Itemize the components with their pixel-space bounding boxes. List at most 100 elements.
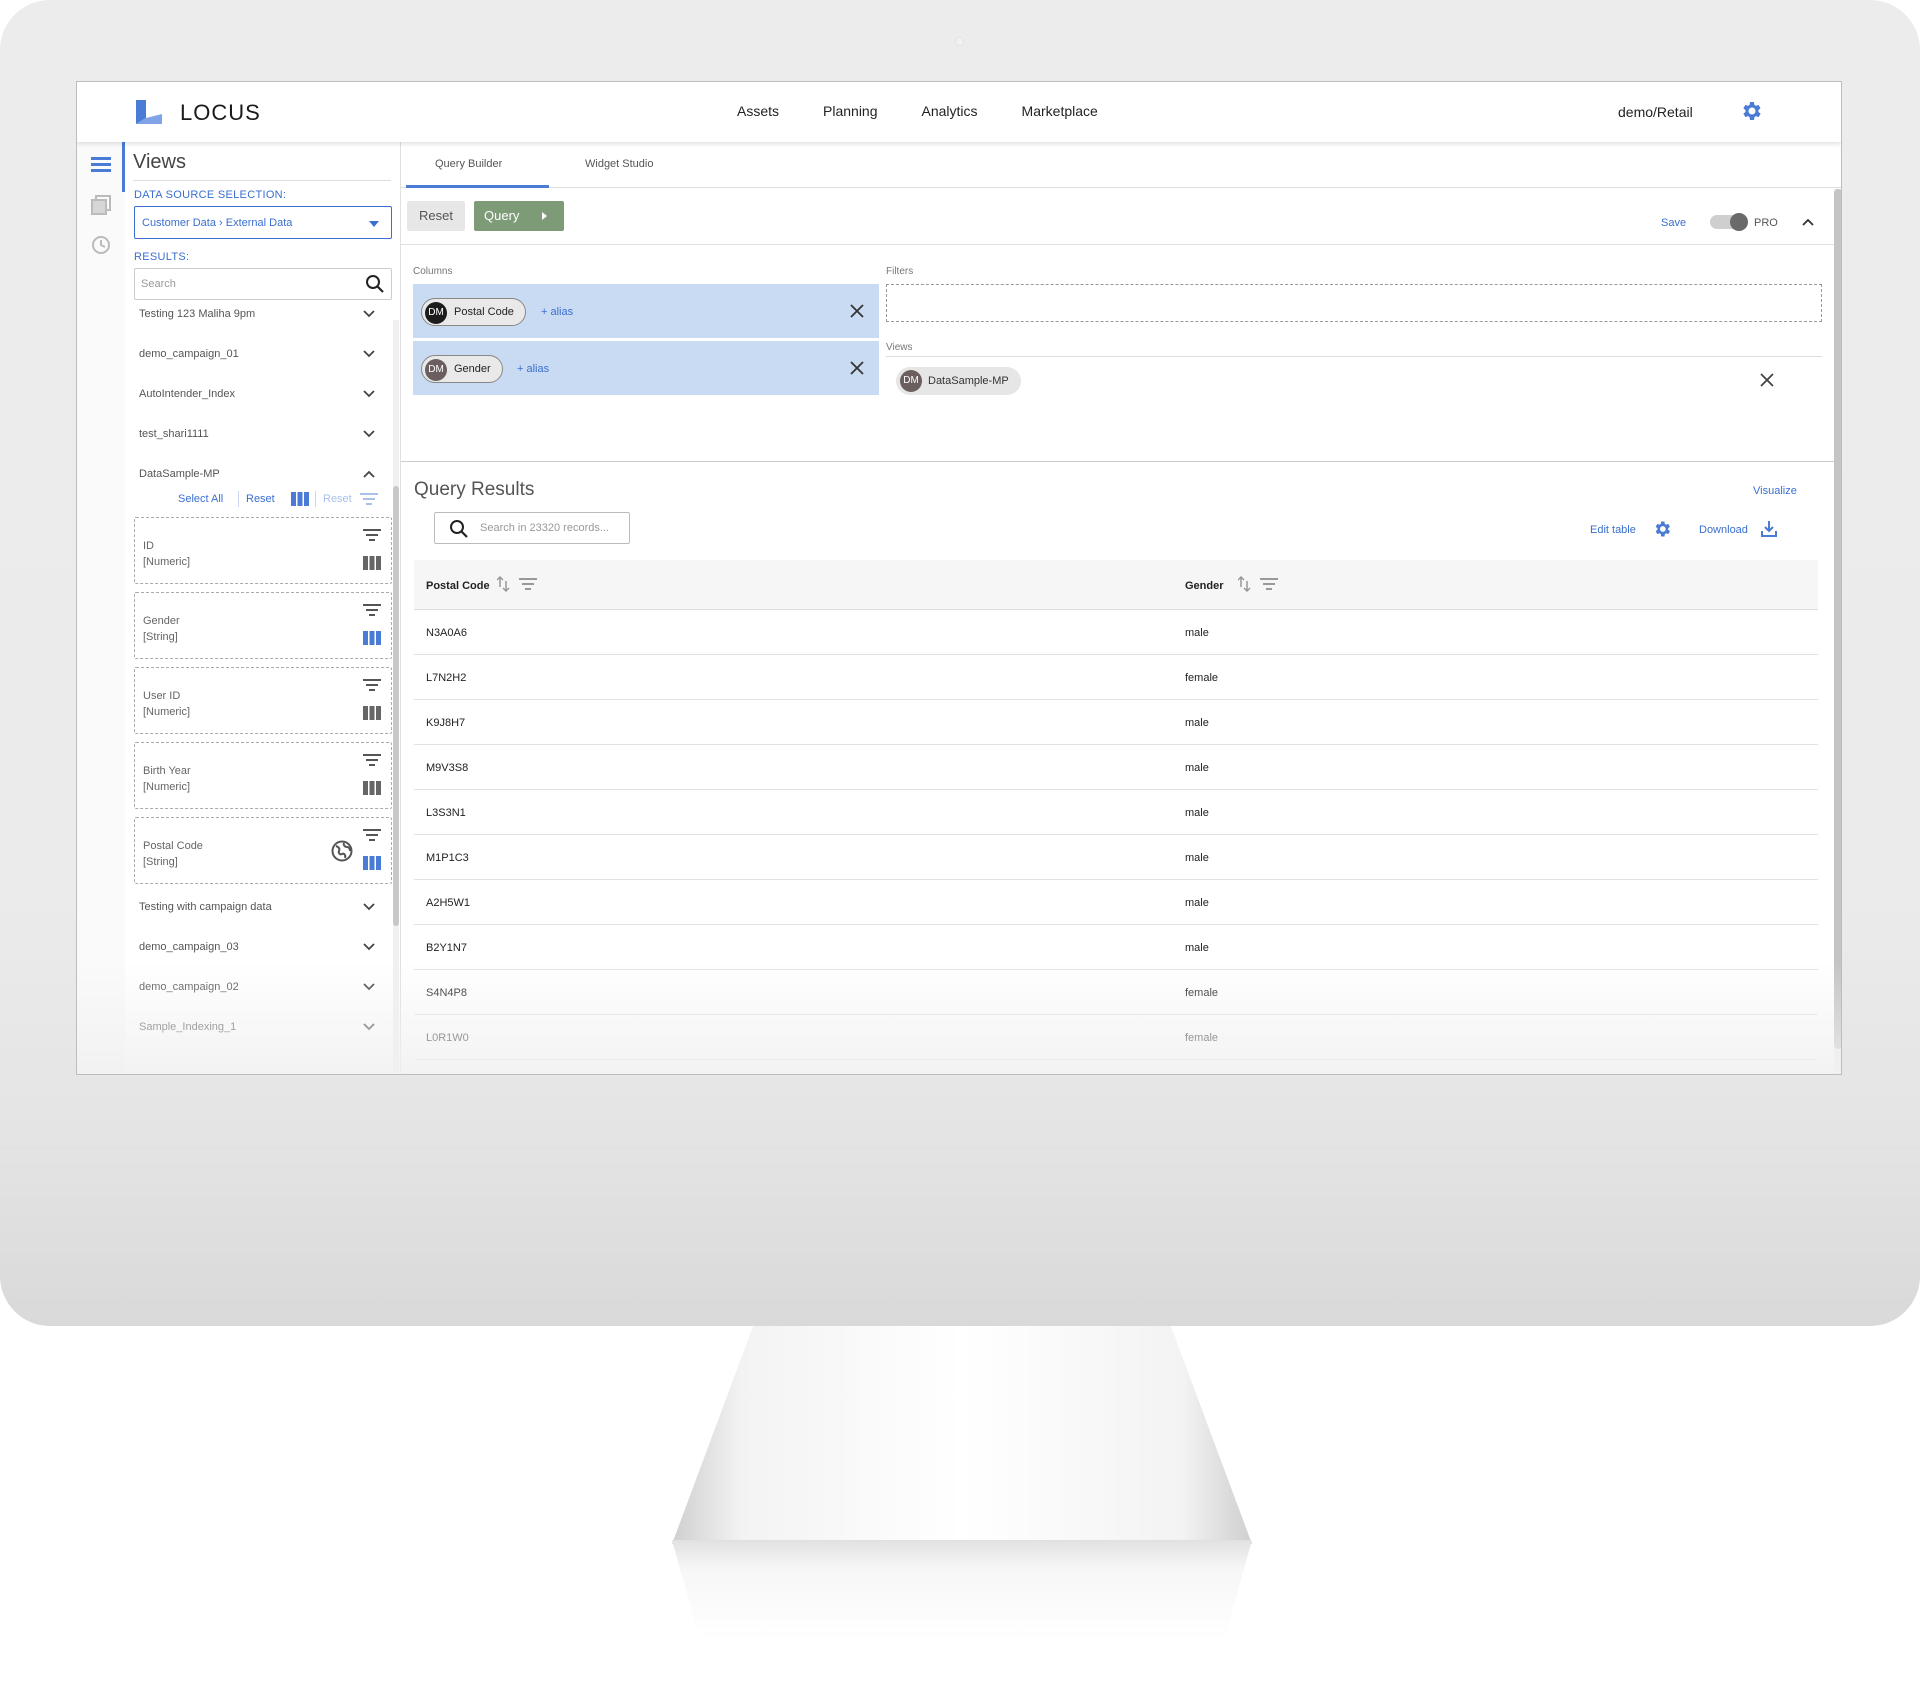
list-view-icon[interactable] (90, 154, 112, 176)
gear-icon[interactable] (1652, 519, 1672, 539)
remove-view-icon[interactable] (1759, 372, 1775, 388)
query-reset-button[interactable]: Reset (407, 201, 465, 231)
table-row[interactable]: L3S3N1 male (414, 790, 1818, 835)
download-link[interactable]: Download (1699, 524, 1748, 536)
chevron-down-icon[interactable] (361, 979, 377, 995)
settings-gear-icon[interactable] (1739, 99, 1763, 123)
table-row[interactable]: N3A0A6 male (414, 610, 1818, 655)
add-alias-link[interactable]: + alias (541, 306, 573, 318)
monitor-stand-neck (672, 1326, 1252, 1544)
field-card-gender[interactable]: Gender [String] (134, 592, 392, 659)
columns-icon[interactable] (363, 781, 381, 795)
table-row[interactable]: K9J8H7 male (414, 700, 1818, 745)
list-item[interactable]: demo_campaign_01 (139, 342, 377, 366)
history-icon[interactable] (90, 234, 112, 256)
views-search-placeholder: Search (141, 278, 176, 290)
chevron-down-icon[interactable] (361, 306, 377, 322)
run-query-label: Query (484, 208, 520, 223)
columns-icon[interactable] (291, 492, 309, 506)
field-card-text: ID [Numeric] (143, 538, 190, 570)
filter-icon[interactable] (363, 753, 381, 767)
tab-widget-studio[interactable]: Widget Studio (585, 158, 653, 170)
table-row[interactable]: L0R1W0 female (414, 1015, 1818, 1060)
remove-column-icon[interactable] (849, 303, 865, 319)
list-item[interactable]: demo_campaign_02 (139, 975, 377, 999)
visualize-link[interactable]: Visualize (1753, 485, 1797, 497)
column-header-gender[interactable]: Gender (1185, 580, 1224, 592)
select-all-button[interactable]: Select All (178, 493, 223, 505)
chevron-down-icon[interactable] (361, 386, 377, 402)
main-scrollbar-thumb[interactable] (1834, 189, 1841, 1049)
sort-filter-icons[interactable] (1238, 574, 1284, 594)
columns-selected-icon[interactable] (363, 856, 381, 870)
chevron-up-icon[interactable] (361, 466, 377, 482)
list-item-expanded[interactable]: DataSample-MP (139, 462, 377, 486)
sort-filter-icons[interactable] (497, 574, 543, 594)
list-item[interactable]: Sample_Indexing_1 (139, 1015, 377, 1039)
pro-toggle[interactable] (1710, 213, 1748, 231)
save-button[interactable]: Save (1661, 217, 1686, 229)
nav-assets[interactable]: Assets (737, 103, 779, 119)
globe-icon[interactable] (331, 840, 353, 862)
list-item[interactable]: Testing with campaign data (139, 895, 377, 919)
table-row[interactable]: L7N2H2 female (414, 655, 1818, 700)
results-search-input[interactable]: Search in 23320 records... (434, 512, 630, 544)
chevron-down-icon[interactable] (361, 939, 377, 955)
edit-table-link[interactable]: Edit table (1590, 524, 1636, 536)
table-row[interactable]: B2Y1N7 male (414, 925, 1818, 970)
tab-query-builder[interactable]: Query Builder (435, 158, 502, 170)
columns-selected-icon[interactable] (363, 631, 381, 645)
layers-icon[interactable] (90, 194, 112, 216)
chevron-up-icon[interactable] (1800, 214, 1816, 230)
nav-analytics[interactable]: Analytics (922, 103, 978, 119)
nav-planning[interactable]: Planning (823, 103, 878, 119)
field-card-id[interactable]: ID [Numeric] (134, 517, 392, 584)
nav-marketplace[interactable]: Marketplace (1022, 103, 1098, 119)
view-pill[interactable]: DM DataSample-MP (896, 367, 1021, 395)
postal-code-cell: S4N4P8 (426, 987, 467, 999)
postal-code-cell: B2Y1N7 (426, 942, 467, 954)
columns-icon[interactable] (363, 556, 381, 570)
account-label[interactable]: demo/Retail (1618, 104, 1693, 120)
column-pill[interactable]: DM Postal Code (421, 298, 526, 326)
chevron-down-icon[interactable] (361, 426, 377, 442)
column-header-postal-code[interactable]: Postal Code (426, 580, 490, 592)
filter-icon[interactable] (363, 678, 381, 692)
chevron-down-icon[interactable] (361, 1019, 377, 1035)
table-row[interactable]: A2H5W1 male (414, 880, 1818, 925)
field-toolbar: Select All Reset Reset (178, 491, 388, 509)
filter-icon[interactable] (360, 492, 378, 506)
chevron-down-icon[interactable] (361, 346, 377, 362)
columns-icon[interactable] (363, 706, 381, 720)
filter-icon[interactable] (363, 603, 381, 617)
views-scrollbar-thumb[interactable] (393, 486, 399, 926)
list-item-label: test_shari1111 (139, 428, 209, 440)
table-row[interactable]: M9V3S8 male (414, 745, 1818, 790)
reset-button[interactable]: Reset (246, 493, 275, 505)
search-icon[interactable] (365, 274, 385, 294)
chevron-down-icon[interactable] (361, 899, 377, 915)
filter-icon[interactable] (363, 828, 381, 842)
filter-icon[interactable] (363, 528, 381, 542)
views-search-input[interactable]: Search (134, 268, 392, 300)
run-query-button[interactable]: Query (474, 201, 564, 231)
column-pill[interactable]: DM Gender (421, 355, 503, 383)
list-item[interactable]: Testing 123 Maliha 9pm (139, 302, 377, 326)
list-item[interactable]: test_shari1111 (139, 422, 377, 446)
field-card-user-id[interactable]: User ID [Numeric] (134, 667, 392, 734)
add-alias-link[interactable]: + alias (517, 363, 549, 375)
column-row-postal-code[interactable]: DM Postal Code + alias (413, 284, 879, 338)
download-icon[interactable] (1759, 519, 1779, 539)
table-row[interactable]: S4N4P8 female (414, 970, 1818, 1015)
list-item[interactable]: AutoIntender_Index (139, 382, 377, 406)
reset-filter-button[interactable]: Reset (323, 493, 352, 505)
table-row[interactable]: M1P1C3 male (414, 835, 1818, 880)
remove-column-icon[interactable] (849, 360, 865, 376)
data-source-select[interactable]: Customer Data › External Data (134, 206, 392, 239)
column-row-gender[interactable]: DM Gender + alias (413, 341, 879, 395)
filters-dropzone[interactable] (886, 284, 1822, 322)
field-card-postal-code[interactable]: Postal Code [String] (134, 817, 392, 884)
list-item[interactable]: demo_campaign_03 (139, 935, 377, 959)
field-card-birth-year[interactable]: Birth Year [Numeric] (134, 742, 392, 809)
gender-cell: male (1185, 942, 1209, 954)
